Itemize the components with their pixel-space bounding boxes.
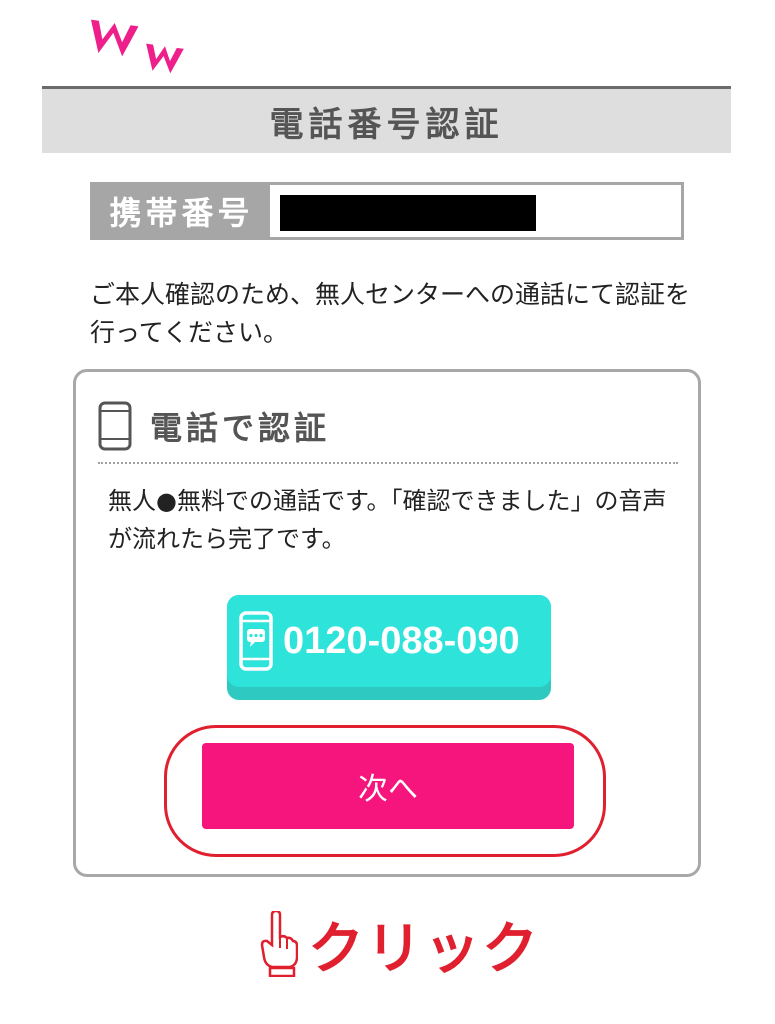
page-title: 電話番号認証: [269, 104, 504, 145]
divider: [98, 462, 678, 464]
card-header: 電話で認証: [98, 396, 330, 456]
call-phone-button[interactable]: 0120-088-090: [227, 595, 551, 700]
pointing-hand-icon: [260, 911, 298, 977]
phone-number-label: 携帯番号: [93, 185, 270, 237]
card-title: 電話で認証: [150, 409, 331, 447]
page: 電話番号認証 携帯番号 ご本人確認のため、無人センターへの通話にて認証を行ってく…: [0, 0, 775, 1024]
next-button[interactable]: 次へ: [202, 743, 574, 829]
smartphone-icon: [98, 401, 132, 451]
ww-logo: [90, 19, 184, 74]
phone-number-row: 携帯番号: [90, 182, 684, 240]
phone-chat-icon: [239, 611, 273, 671]
phone-number-text: 0120-088-090: [283, 619, 520, 662]
call-phone-button-face: 0120-088-090: [227, 595, 551, 687]
phone-auth-card: 電話で認証 無人●無料での通話です。「確認できました」の音声が流れたら完了です。…: [73, 369, 701, 877]
phone-number-value: [270, 185, 681, 237]
intro-text: ご本人確認のため、無人センターへの通話にて認証を行ってください。: [90, 280, 691, 347]
card-description: 無人●無料での通話です。「確認できました」の音声が流れたら完了です。: [108, 487, 667, 553]
click-annotation: クリック: [258, 906, 540, 982]
header-bar: 電話番号認証: [42, 86, 731, 153]
click-label: クリック: [308, 916, 540, 982]
redacted-phone-number: [280, 195, 536, 231]
